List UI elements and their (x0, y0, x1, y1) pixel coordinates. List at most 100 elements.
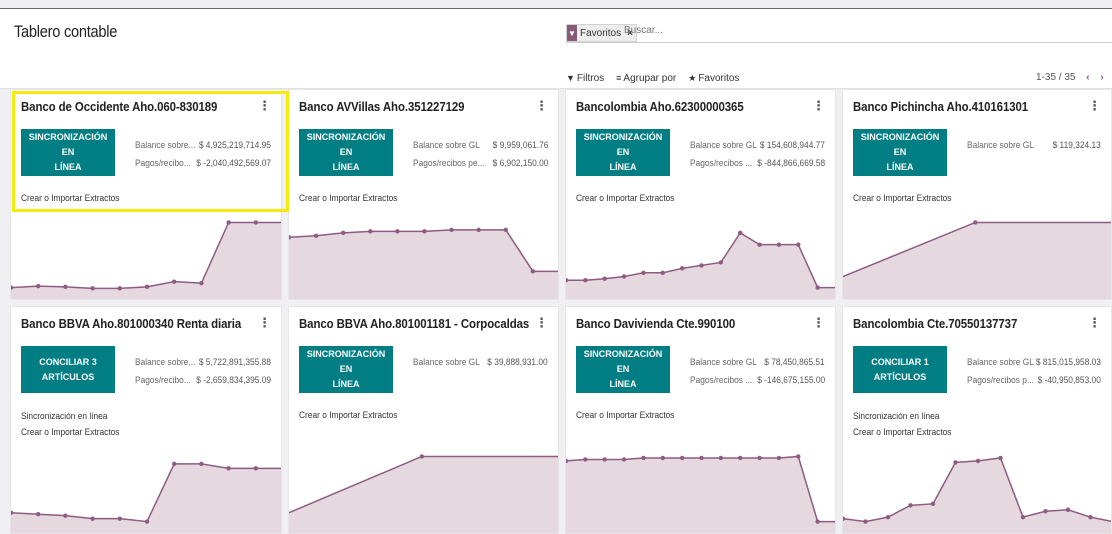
online-sync-button[interactable]: SINCRONIZACIÓN EN LÍNEA (853, 129, 947, 176)
sparkline-point (253, 466, 258, 471)
stat-value[interactable]: $ 9,959,061.76 (492, 140, 548, 151)
journal-card: Banco Davivienda Cte.990100 ⋮ SINCRONIZA… (565, 306, 836, 534)
stat-value[interactable]: $ -2,040,492,569.07 (196, 158, 271, 169)
sparkline-point (679, 455, 685, 461)
stat-label: Pagos/recibos p... (967, 375, 1034, 386)
stat-label: Pagos/recibos ... (690, 158, 753, 169)
stat-value[interactable]: $ 4,925,219,714.95 (199, 140, 271, 151)
sparkline-area (566, 456, 835, 533)
sparkline-point (738, 455, 743, 461)
card-options-icon[interactable]: ⋮ (258, 98, 271, 114)
journal-card: Banco BBVA Aho.801000340 Renta diaria ⋮ … (10, 306, 282, 534)
sparkline-point (998, 455, 1003, 461)
card-title[interactable]: Bancolombia Cte.70550137737 (853, 316, 1017, 331)
reconcile-items-button[interactable]: CONCILIAR 3 ARTÍCULOS (21, 346, 115, 393)
sparkline-point (226, 466, 231, 471)
search-bar[interactable]: ▼ Favoritos × (566, 22, 1112, 43)
online-sync-button[interactable]: SINCRONIZACIÓN EN LÍNEA (299, 346, 393, 393)
import-statements-link[interactable]: Crear o Importar Extractos (21, 427, 119, 438)
sparkline-point (699, 455, 704, 461)
import-statements-link[interactable]: Crear o Importar Extractos (853, 193, 951, 204)
reconcile-items-button[interactable]: CONCILIAR 1 ARTÍCULOS (853, 346, 947, 393)
sparkline-point (63, 284, 68, 290)
card-title[interactable]: Bancolombia Aho.62300000365 (576, 99, 744, 114)
online-sync-button[interactable]: SINCRONIZACIÓN EN LÍNEA (21, 129, 115, 176)
sparkline-point (313, 233, 319, 238)
stat-value[interactable]: $ -2,659,834,395.09 (196, 375, 271, 386)
online-sync-button[interactable]: SINCRONIZACIÓN EN LÍNEA (576, 129, 670, 176)
stat-value[interactable]: $ 815,015,958.03 (1036, 357, 1101, 368)
pager-value[interactable]: 1-35 / 35 (1036, 72, 1075, 83)
group-by-label: Agrupar por (623, 73, 677, 84)
sparkline-point (975, 458, 981, 464)
journal-card: Banco Pichincha Aho.410161301 ⋮ SINCRONI… (842, 89, 1112, 300)
import-statements-link[interactable]: Crear o Importar Extractos (853, 427, 951, 438)
stat-value[interactable]: $ 6,902,150.00 (492, 158, 548, 169)
card-options-icon[interactable]: ⋮ (1088, 98, 1101, 114)
group-by-menu[interactable]: ≡ Agrupar por (616, 73, 676, 84)
card-title[interactable]: Banco de Occidente Aho.060-830189 (21, 99, 217, 114)
stat-label: Pagos/recibos pe... (413, 158, 485, 169)
stat-label: Balance sobre GL (967, 357, 1034, 368)
search-input[interactable] (624, 25, 1024, 36)
sparkline-point (602, 276, 607, 281)
import-statements-link[interactable]: Crear o Importar Extractos (299, 193, 397, 204)
card-options-icon[interactable]: ⋮ (535, 315, 548, 331)
sparkline-point (699, 263, 704, 268)
card-options-icon[interactable]: ⋮ (535, 98, 548, 114)
card-title[interactable]: Banco BBVA Aho.801000340 Renta diaria (21, 316, 241, 331)
sparkline-point (36, 512, 41, 517)
sparkline-point (36, 283, 41, 289)
card-options-icon[interactable]: ⋮ (1088, 315, 1101, 331)
stat-value[interactable]: $ 39,888,931.00 (488, 357, 548, 368)
sparkline-point (863, 519, 868, 524)
sparkline-point (738, 230, 743, 236)
journal-card: Banco de Occidente Aho.060-830189 ⋮ SINC… (10, 89, 282, 300)
stat-value[interactable]: $ -40,950,853.00 (1038, 375, 1101, 386)
button-label: SINCRONIZACIÓN EN LÍNEA (583, 349, 663, 389)
card-title[interactable]: Banco Pichincha Aho.410161301 (853, 99, 1028, 114)
sparkline-point (199, 461, 204, 467)
journal-card: Bancolombia Aho.62300000365 ⋮ SINCRONIZA… (565, 89, 836, 300)
online-sync-button[interactable]: SINCRONIZACIÓN EN LÍNEA (299, 129, 393, 176)
facet-label: Favoritos (577, 25, 625, 41)
sparkline-point (172, 461, 177, 467)
online-sync-button[interactable]: SINCRONIZACIÓN EN LÍNEA (576, 346, 670, 393)
pager-next-icon[interactable]: › (1100, 72, 1103, 83)
sparkline-point (641, 455, 646, 461)
stat-label: Balance sobre GL (967, 140, 1034, 151)
card-title[interactable]: Banco Davivienda Cte.990100 (576, 316, 735, 331)
stat-value[interactable]: $ 78,450,865.51 (765, 357, 825, 368)
sparkline-point (885, 514, 891, 520)
favorites-menu[interactable]: ★ Favoritos (688, 73, 739, 84)
card-options-icon[interactable]: ⋮ (812, 98, 825, 114)
filters-label: Filtros (576, 73, 605, 84)
stat-value[interactable]: $ -146,675,155.00 (757, 375, 825, 386)
stat-value[interactable]: $ 154,608,944.77 (760, 140, 825, 151)
import-statements-link[interactable]: Crear o Importar Extractos (576, 193, 674, 204)
online-sync-link[interactable]: Sincronización en línea (21, 411, 107, 422)
stat-label: Balance sobre GL (413, 357, 480, 368)
card-title[interactable]: Banco AVVillas Aho.351227129 (299, 99, 465, 114)
sparkline-point (368, 229, 373, 234)
pager-prev-icon[interactable]: ‹ (1086, 72, 1089, 83)
sparkline-point (117, 516, 123, 521)
stat-value[interactable]: $ 5,722,891,355.88 (199, 357, 271, 368)
sparkline-point (172, 279, 177, 284)
sparkline-point (796, 454, 801, 459)
stat-value[interactable]: $ -844,866,669.58 (757, 158, 825, 169)
sparkline-point (63, 513, 68, 518)
card-title[interactable]: Banco BBVA Aho.801001181 - Corpocaldas (299, 316, 529, 331)
online-sync-link[interactable]: Sincronización en línea (853, 411, 939, 422)
card-options-icon[interactable]: ⋮ (812, 315, 825, 331)
stat-value[interactable]: $ 119,324.13 (1053, 140, 1101, 151)
filters-menu[interactable]: ▼ Filtros (566, 73, 604, 84)
sparkline-point (530, 269, 536, 274)
card-options-icon[interactable]: ⋮ (258, 315, 271, 331)
sparkline-point (253, 220, 258, 225)
import-statements-link[interactable]: Crear o Importar Extractos (299, 410, 397, 421)
control-panel: Tablero contable ▼ Favoritos × ▼Filtros … (0, 9, 1112, 89)
import-statements-link[interactable]: Crear o Importar Extractos (21, 193, 119, 204)
import-statements-link[interactable]: Crear o Importar Extractos (576, 410, 674, 421)
sparkline-point (776, 455, 782, 461)
